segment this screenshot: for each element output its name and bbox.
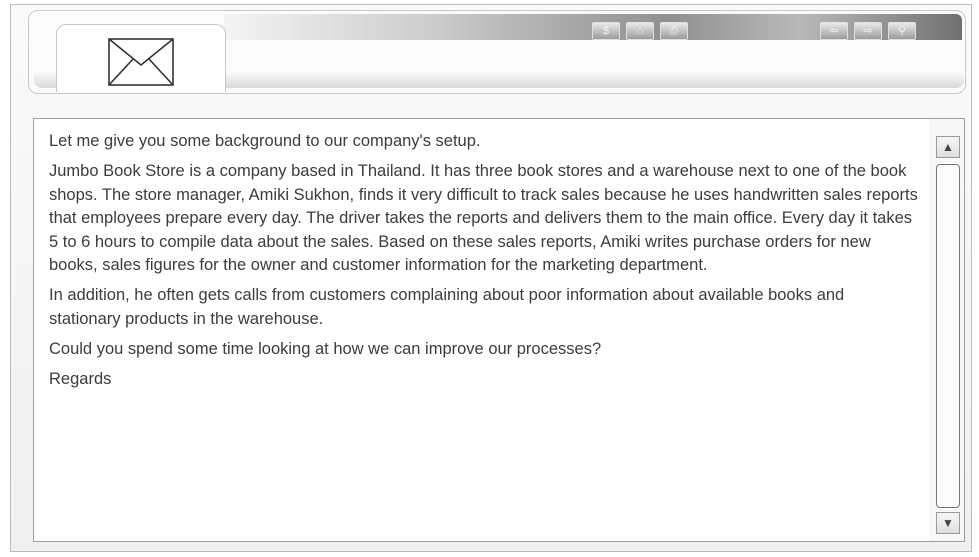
envelope-icon: [108, 38, 174, 86]
print-icon[interactable]: ⎙: [660, 22, 688, 40]
scroll-track[interactable]: [936, 164, 960, 508]
home-icon[interactable]: ⌂: [626, 22, 654, 40]
email-paragraph: Could you spend some time looking at how…: [49, 339, 602, 358]
scroll-down-icon[interactable]: ▼: [936, 512, 960, 534]
email-paragraph: Let me give you some background to our c…: [49, 132, 481, 150]
email-paragraph: In addition, he often gets calls from cu…: [49, 286, 845, 328]
scroll-up-icon[interactable]: ▲: [936, 136, 960, 158]
forward-arrow-icon[interactable]: ⇨: [854, 22, 882, 40]
person-icon[interactable]: ⚲: [888, 22, 916, 40]
email-paragraph: Jumbo Book Store is a company based in T…: [49, 162, 918, 274]
back-arrow-icon[interactable]: ⇦: [820, 22, 848, 40]
email-signoff: Regards: [49, 369, 112, 388]
dollar-icon[interactable]: $: [592, 22, 620, 40]
message-body: Let me give you some background to our c…: [49, 130, 919, 398]
